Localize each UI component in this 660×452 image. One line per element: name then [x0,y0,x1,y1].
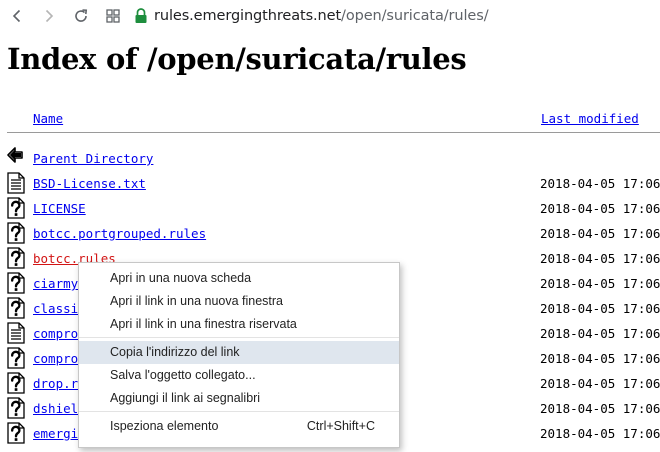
last-modified-date: 2018-04-05 17:06 [540,426,660,441]
header-divider [7,132,660,133]
copy-link-address-item[interactable]: Copia l'indirizzo del link [79,341,399,364]
lock-icon [135,8,147,23]
context-menu-shortcut: Ctrl+Shift+C [306,419,375,433]
last-modified-date: 2018-04-05 17:06 [540,376,660,391]
context-menu-item-label: Aggiungi il link ai segnalibri [110,391,261,405]
open-in-private-window-item[interactable]: Apri il link in una finestra riservata [79,313,399,336]
list-item: Parent Directory [0,147,660,172]
open-in-new-window-item[interactable]: Apri il link in una nuova finestra [79,290,399,313]
last-modified-date: 2018-04-05 17:06 [540,301,660,316]
address-bar[interactable]: rules.emergingthreats.net/open/suricata/… [134,3,654,29]
unknown-file-icon [6,347,26,369]
context-menu-item-label: Apri in una nuova scheda [110,271,252,285]
file-link[interactable]: compro [33,326,78,341]
back-arrow-icon [12,9,21,23]
context-menu-separator [79,411,399,412]
last-modified-date: 2018-04-05 17:06 [540,326,660,341]
bookmark-link-item[interactable]: Aggiungi il link ai segnalibri [79,387,399,410]
last-modified-date: 2018-04-05 17:06 [540,226,660,241]
url-text[interactable]: rules.emergingthreats.net/open/suricata/… [154,8,489,24]
context-menu-separator [79,337,399,338]
last-modified-date: 2018-04-05 17:06 [540,276,660,291]
context-menu-item-label: Salva l'oggetto collegato... [110,368,256,382]
unknown-file-icon [6,297,26,319]
context-menu-item-label: Ispeziona elemento [110,419,219,433]
file-link[interactable]: compro [33,351,78,366]
file-link[interactable]: botcc.portgrouped.rules [33,226,206,241]
unknown-file-icon [6,372,26,394]
unknown-file-icon [6,247,26,269]
forward-arrow-icon [45,9,54,23]
last-modified-date: 2018-04-05 17:06 [540,351,660,366]
parent-directory-link[interactable]: Parent Directory [33,151,153,166]
reload-button[interactable] [70,5,92,27]
unknown-file-icon [6,197,26,219]
context-menu-item-label: Apri il link in una finestra riservata [110,317,297,331]
last-modified-date: 2018-04-05 17:06 [540,401,660,416]
text-file-icon [6,172,26,194]
list-item: LICENSE 2018-04-05 17:06 [0,197,660,222]
unknown-file-icon [6,397,26,419]
context-menu: Apri in una nuova scheda Apri il link in … [78,262,400,448]
file-link[interactable]: LICENSE [33,201,86,216]
last-modified-date: 2018-04-05 17:06 [540,201,660,216]
grid-icon [106,9,120,23]
text-file-icon [6,322,26,344]
unknown-file-icon [6,222,26,244]
file-link[interactable]: BSD-License.txt [33,176,146,191]
save-linked-content-item[interactable]: Salva l'oggetto collegato... [79,364,399,387]
list-item: BSD-License.txt 2018-04-05 17:06 [0,172,660,197]
forward-button[interactable] [38,5,60,27]
sort-by-name-link[interactable]: Name [33,111,63,126]
back-button[interactable] [6,5,28,27]
context-menu-item-label: Apri il link in una nuova finestra [110,294,284,308]
list-item: botcc.portgrouped.rules 2018-04-05 17:06 [0,222,660,247]
back-icon [5,144,25,166]
reload-icon [75,9,88,22]
file-link[interactable]: drop.r [33,376,78,391]
unknown-file-icon [6,272,26,294]
last-modified-date: 2018-04-05 17:06 [540,251,660,266]
apps-grid-button[interactable] [102,5,124,27]
file-link[interactable]: dshiel [33,401,78,416]
inspect-element-item[interactable]: Ispeziona elemento Ctrl+Shift+C [79,415,399,438]
open-in-new-tab-item[interactable]: Apri in una nuova scheda [79,267,399,290]
file-link[interactable]: ciarmy [33,276,78,291]
unknown-file-icon [6,422,26,444]
last-modified-date: 2018-04-05 17:06 [540,176,660,191]
context-menu-item-label: Copia l'indirizzo del link [110,345,240,359]
browser-toolbar: rules.emergingthreats.net/open/suricata/… [0,0,660,33]
page-title: Index of /open/suricata/rules [7,42,467,76]
sort-by-last-modified-link[interactable]: Last modified [541,111,639,126]
file-link[interactable]: emergi [33,426,78,441]
